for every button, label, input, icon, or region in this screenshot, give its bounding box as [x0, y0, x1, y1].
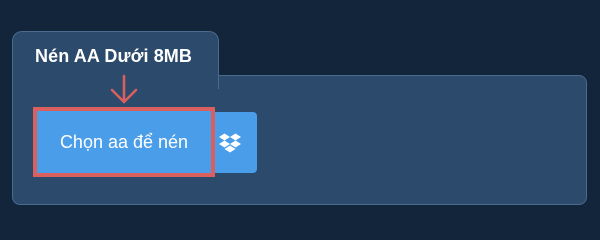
arrow-down-icon [108, 74, 140, 106]
choose-file-button[interactable]: Chọn aa để nén [37, 111, 211, 173]
dropbox-button[interactable] [205, 112, 257, 173]
tab-title: Nén AA Dưới 8MB [35, 46, 193, 66]
compress-widget: Nén AA Dưới 8MB Chọn aa để nén [0, 0, 600, 230]
